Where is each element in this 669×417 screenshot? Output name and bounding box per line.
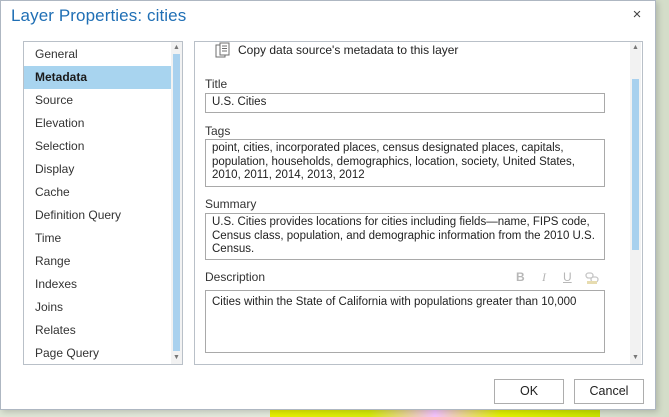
nav-item-relates[interactable]: Relates: [24, 319, 172, 342]
tags-label: Tags: [205, 124, 231, 138]
metadata-panel: Copy data source's metadata to this laye…: [194, 41, 643, 365]
nav-item-general[interactable]: General: [24, 43, 172, 66]
close-icon[interactable]: ×: [629, 7, 645, 23]
nav-item-selection[interactable]: Selection: [24, 135, 172, 158]
nav-item-definition-query[interactable]: Definition Query: [24, 204, 172, 227]
bold-button[interactable]: B: [516, 270, 525, 284]
nav-item-cache[interactable]: Cache: [24, 181, 172, 204]
title-label: Title: [205, 77, 228, 91]
nav-scrollbar[interactable]: ▲ ▼: [171, 42, 182, 364]
panel-scrollbar[interactable]: ▲ ▼: [630, 42, 641, 364]
nav-list: General Metadata Source Elevation Selection D…: [23, 41, 183, 365]
nav-item-metadata[interactable]: Metadata: [24, 66, 172, 89]
hyperlink-icon[interactable]: [585, 271, 599, 285]
nav-item-source[interactable]: Source: [24, 89, 172, 112]
scroll-down-icon[interactable]: ▼: [171, 353, 182, 363]
scroll-up-icon[interactable]: ▲: [171, 43, 182, 53]
panel-scroll-thumb[interactable]: [632, 79, 639, 250]
nav-item-indexes[interactable]: Indexes: [24, 273, 172, 296]
title-field[interactable]: U.S. Cities: [205, 93, 605, 113]
underline-button[interactable]: U: [563, 270, 572, 284]
nav-items: General Metadata Source Elevation Selection D…: [24, 43, 172, 365]
copy-metadata-label: Copy data source's metadata to this laye…: [238, 43, 459, 57]
copy-metadata-icon: [215, 42, 231, 59]
tags-field[interactable]: point, cities, incorporated places, cens…: [205, 139, 605, 187]
nav-item-elevation[interactable]: Elevation: [24, 112, 172, 135]
copy-metadata-button[interactable]: Copy data source's metadata to this laye…: [215, 42, 459, 59]
dialog-title: Layer Properties: cities: [11, 6, 187, 25]
scroll-up-icon[interactable]: ▲: [630, 43, 641, 53]
scroll-down-icon[interactable]: ▼: [630, 353, 641, 363]
italic-button[interactable]: I: [542, 270, 546, 285]
nav-item-display[interactable]: Display: [24, 158, 172, 181]
nav-item-joins[interactable]: Joins: [24, 296, 172, 319]
nav-item-range[interactable]: Range: [24, 250, 172, 273]
nav-item-page-query[interactable]: Page Query: [24, 342, 172, 365]
nav-item-time[interactable]: Time: [24, 227, 172, 250]
summary-field[interactable]: U.S. Cities provides locations for citie…: [205, 213, 605, 260]
layer-properties-dialog: Layer Properties: cities × General Metada…: [0, 0, 656, 410]
summary-label: Summary: [205, 197, 257, 211]
description-label: Description: [205, 270, 266, 284]
ok-button[interactable]: OK: [494, 379, 564, 404]
description-field[interactable]: Cities within the State of California wi…: [205, 290, 605, 353]
nav-scroll-thumb[interactable]: [173, 54, 180, 351]
cancel-button[interactable]: Cancel: [574, 379, 644, 404]
